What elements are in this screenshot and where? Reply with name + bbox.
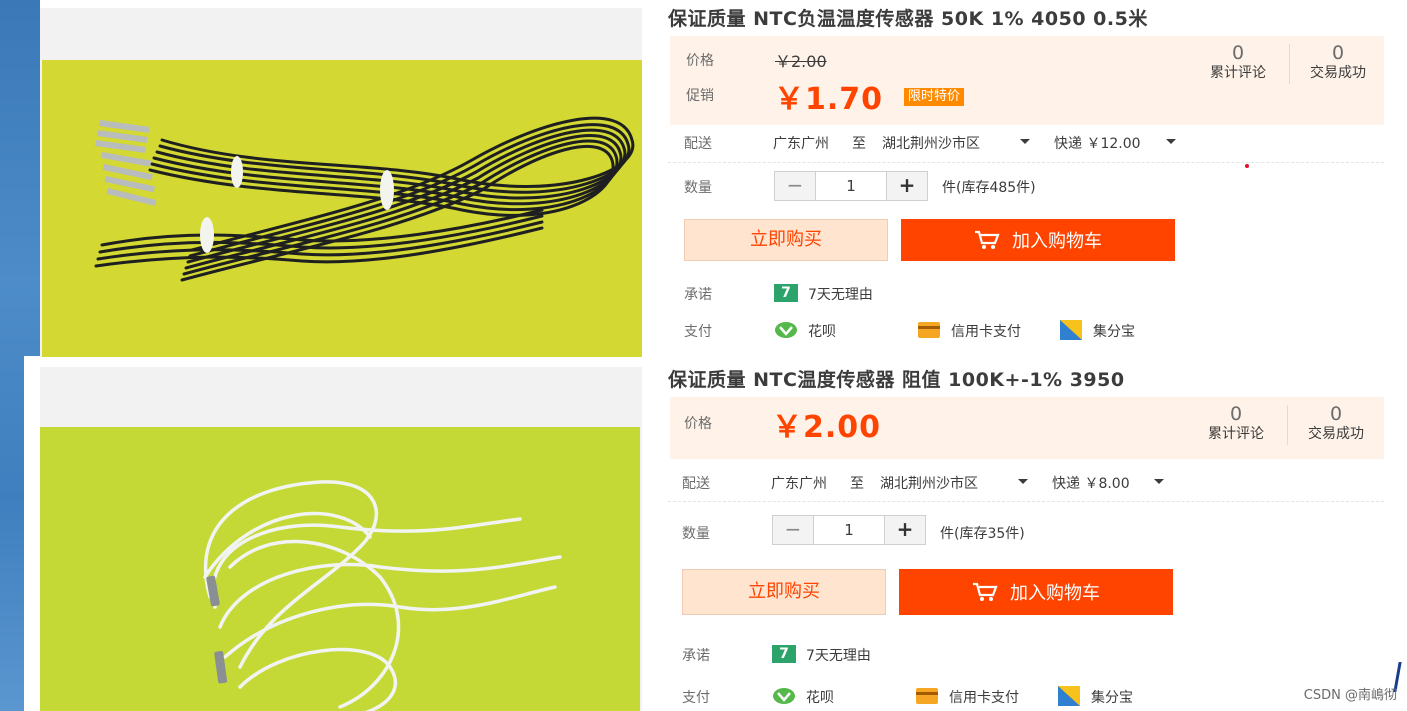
shipping-fee[interactable]: 快递 ￥12.00 bbox=[1054, 133, 1141, 153]
price-label: 价格 bbox=[684, 416, 712, 432]
ship-from: 广东广州 bbox=[773, 136, 829, 152]
product-photo-black-sensors[interactable] bbox=[42, 60, 642, 361]
ship-destination[interactable]: 湖北荆州沙市区 bbox=[882, 133, 980, 153]
destination-chevron-down-icon[interactable] bbox=[1020, 139, 1030, 144]
ship-to-word: 至 bbox=[850, 476, 864, 492]
payment-huabei: 花呗 bbox=[806, 690, 834, 706]
csdn-watermark: CSDN @南嶋彻 bbox=[1303, 688, 1397, 703]
reviews-stat[interactable]: 0 累计评论 bbox=[1193, 42, 1283, 82]
reviews-count: 0 bbox=[1229, 403, 1243, 425]
price-label: 价格 bbox=[686, 53, 714, 69]
desktop-strip-gap bbox=[24, 356, 40, 711]
promise-label: 承诺 bbox=[684, 287, 712, 303]
quantity-stepper: − 1 + bbox=[774, 171, 928, 201]
stock-info: 件(库存485件) bbox=[942, 180, 1036, 196]
promo-label: 促销 bbox=[686, 88, 714, 104]
payment-huabei: 花呗 bbox=[808, 324, 836, 340]
shipping-chevron-down-icon[interactable] bbox=[1166, 139, 1176, 144]
delivery-label: 配送 bbox=[684, 136, 712, 152]
payment-jifenbao: 集分宝 bbox=[1093, 324, 1135, 340]
deals-count: 0 bbox=[1331, 42, 1345, 64]
original-price: ￥2.00 bbox=[775, 52, 827, 71]
payment-jifenbao: 集分宝 bbox=[1091, 690, 1133, 706]
quantity-label: 数量 bbox=[684, 180, 712, 196]
product-photo-white-sensors[interactable] bbox=[40, 427, 640, 711]
product-info-1: 保证质量 NTC负温温度传感器 50K 1% 4050 0.5米 价格 ￥2.0… bbox=[668, 6, 1384, 345]
destination-chevron-down-icon[interactable] bbox=[1018, 479, 1028, 484]
price-value: ￥2.00 bbox=[772, 410, 882, 445]
credit-card-icon bbox=[916, 688, 938, 704]
stat-divider bbox=[1289, 44, 1290, 84]
quantity-plus-button[interactable]: + bbox=[885, 516, 925, 544]
reviews-label: 累计评论 bbox=[1208, 426, 1264, 442]
cart-icon bbox=[975, 230, 1000, 249]
quantity-plus-button[interactable]: + bbox=[887, 172, 927, 200]
quantity-minus-button[interactable]: − bbox=[775, 172, 815, 200]
deals-count: 0 bbox=[1329, 403, 1343, 425]
ship-from: 广东广州 bbox=[771, 476, 827, 492]
product-panel-1: 保证质量 NTC负温温度传感器 50K 1% 4050 0.5米 价格 ￥2.0… bbox=[40, 0, 1407, 361]
add-to-cart-label: 加入购物车 bbox=[1012, 231, 1102, 252]
shipping-fee[interactable]: 快递 ￥8.00 bbox=[1052, 473, 1130, 493]
promise-label: 承诺 bbox=[682, 648, 710, 664]
price-box: 价格 ￥2.00 0 累计评论 0 交易成功 bbox=[670, 397, 1384, 459]
add-to-cart-button[interactable]: 加入购物车 bbox=[899, 569, 1173, 615]
ship-to-word: 至 bbox=[852, 136, 866, 152]
buy-now-button[interactable]: 立即购买 bbox=[684, 219, 888, 261]
delivery-label: 配送 bbox=[682, 476, 710, 492]
deals-stat[interactable]: 0 交易成功 bbox=[1291, 403, 1381, 443]
product-info-2: 保证质量 NTC温度传感器 阻值 100K+-1% 3950 价格 ￥2.00 … bbox=[668, 367, 1384, 706]
jifenbao-icon bbox=[1060, 320, 1082, 340]
deals-label: 交易成功 bbox=[1308, 426, 1364, 442]
promo-tag: 限时特价 bbox=[904, 88, 965, 106]
quantity-stepper: − 1 + bbox=[772, 515, 926, 545]
quantity-label: 数量 bbox=[682, 526, 710, 542]
promise-text[interactable]: 7天无理由 bbox=[806, 645, 871, 665]
red-dot-marker bbox=[1245, 164, 1249, 168]
stat-divider bbox=[1287, 405, 1288, 445]
product-title: 保证质量 NTC负温温度传感器 50K 1% 4050 0.5米 bbox=[668, 8, 1148, 30]
ship-destination[interactable]: 湖北荆州沙市区 bbox=[880, 473, 978, 493]
payment-credit-card: 信用卡支付 bbox=[949, 690, 1019, 706]
divider bbox=[668, 162, 1384, 163]
product-title: 保证质量 NTC温度传感器 阻值 100K+-1% 3950 bbox=[668, 369, 1125, 391]
deals-stat[interactable]: 0 交易成功 bbox=[1293, 42, 1383, 82]
quantity-minus-button[interactable]: − bbox=[773, 516, 813, 544]
product-panel-2: 保证质量 NTC温度传感器 阻值 100K+-1% 3950 价格 ￥2.00 … bbox=[40, 357, 1407, 711]
payment-credit-card: 信用卡支付 bbox=[951, 324, 1021, 340]
huabei-icon bbox=[775, 322, 797, 338]
promo-price: ￥1.70 bbox=[774, 82, 884, 117]
huabei-icon bbox=[773, 688, 795, 704]
cart-icon bbox=[973, 582, 998, 601]
reviews-count: 0 bbox=[1231, 42, 1245, 64]
payment-label: 支付 bbox=[682, 690, 710, 706]
promise-text[interactable]: 7天无理由 bbox=[808, 284, 873, 304]
quantity-input[interactable]: 1 bbox=[813, 516, 885, 544]
product-image-frame-2 bbox=[40, 367, 642, 711]
buy-now-button[interactable]: 立即购买 bbox=[682, 569, 886, 615]
deals-label: 交易成功 bbox=[1310, 65, 1366, 81]
payment-label: 支付 bbox=[684, 324, 712, 340]
jifenbao-icon bbox=[1058, 686, 1080, 706]
shipping-chevron-down-icon[interactable] bbox=[1154, 479, 1164, 484]
product-image-frame-1 bbox=[40, 8, 642, 361]
price-box: 价格 ￥2.00 促销 ￥1.70 限时特价 0 累计评论 0 交易成功 bbox=[670, 36, 1384, 125]
add-to-cart-label: 加入购物车 bbox=[1010, 583, 1100, 604]
credit-card-icon bbox=[918, 322, 940, 338]
seven-day-return-icon: 7 bbox=[772, 645, 796, 663]
reviews-stat[interactable]: 0 累计评论 bbox=[1191, 403, 1281, 443]
reviews-label: 累计评论 bbox=[1210, 65, 1266, 81]
divider bbox=[668, 501, 1384, 502]
quantity-input[interactable]: 1 bbox=[815, 172, 887, 200]
stock-info: 件(库存35件) bbox=[940, 526, 1025, 542]
add-to-cart-button[interactable]: 加入购物车 bbox=[901, 219, 1175, 261]
seven-day-return-icon: 7 bbox=[774, 284, 798, 302]
